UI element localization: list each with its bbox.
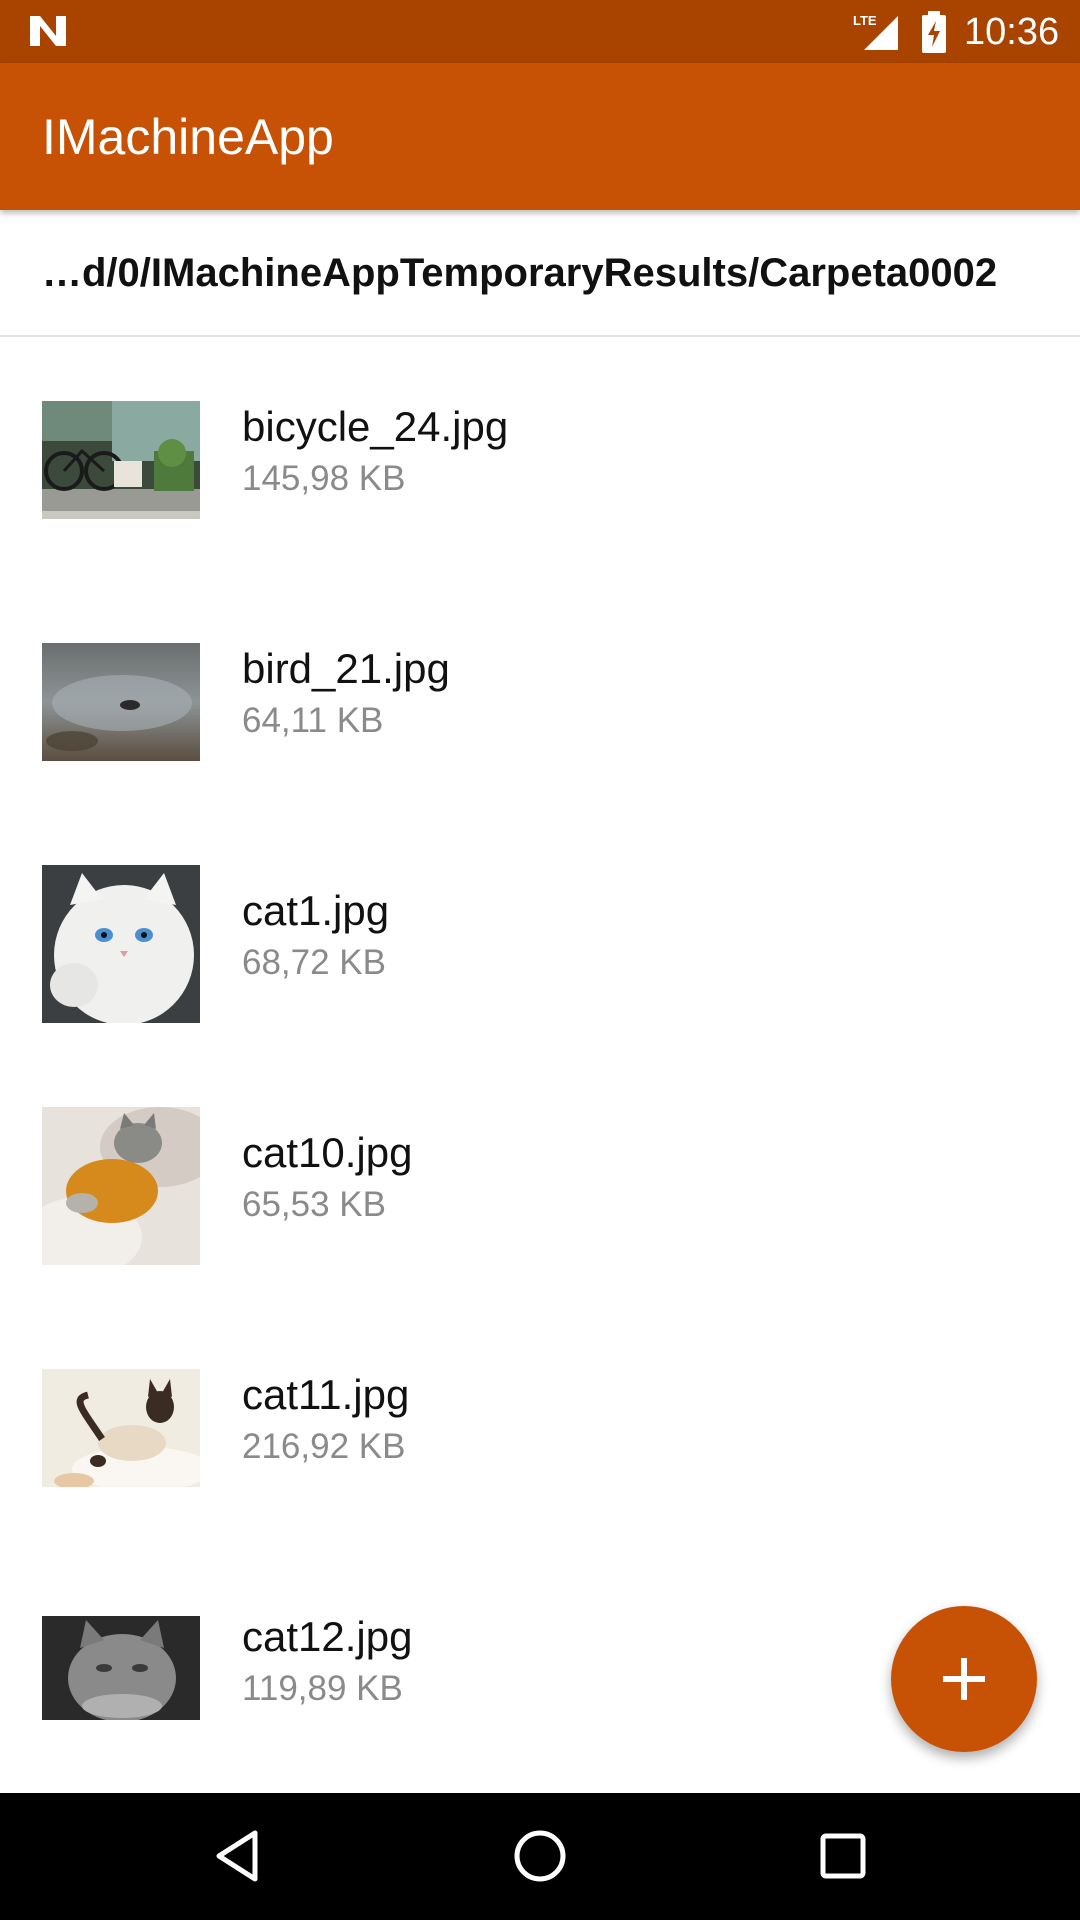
recents-square-icon[interactable] (810, 1823, 876, 1889)
file-size: 68,72 KB (242, 943, 386, 982)
file-size: 145,98 KB (242, 459, 406, 498)
back-triangle-icon[interactable] (205, 1823, 271, 1889)
file-size: 65,53 KB (242, 1185, 386, 1224)
file-size: 216,92 KB (242, 1427, 406, 1466)
system-nav-bar (0, 1793, 1080, 1920)
current-path: …d/0/IMachineAppTemporaryResults/Carpeta… (42, 251, 998, 295)
svg-text:LTE: LTE (853, 13, 877, 28)
plus-icon (943, 1658, 985, 1700)
status-clock: 10:36 (964, 11, 1060, 53)
file-name: cat11.jpg (242, 1371, 410, 1418)
file-list-item[interactable]: bicycle_24.jpg 145,98 KB (0, 337, 1080, 579)
file-size: 119,89 KB (242, 1669, 403, 1708)
file-list-item[interactable]: bird_21.jpg 64,11 KB (0, 579, 1080, 821)
file-thumbnail (42, 1107, 200, 1265)
file-list[interactable]: bicycle_24.jpg 145,98 KB bird_21.jpg 64,… (0, 337, 1080, 1793)
file-thumbnail (42, 643, 200, 761)
file-name: cat1.jpg (242, 887, 390, 934)
lte-signal-icon: LTE (853, 13, 898, 50)
file-list-item[interactable]: cat10.jpg 65,53 KB (0, 1063, 1080, 1305)
file-name: cat10.jpg (242, 1129, 413, 1176)
path-breadcrumb: …d/0/IMachineAppTemporaryResults/Carpeta… (0, 210, 1080, 337)
file-thumbnail (42, 865, 200, 1023)
file-size: 64,11 KB (242, 701, 384, 740)
battery-charging-icon (922, 11, 946, 53)
add-fab-button[interactable] (891, 1606, 1037, 1752)
app-bar: IMachineApp (0, 63, 1080, 210)
file-list-item[interactable]: cat1.jpg 68,72 KB (0, 821, 1080, 1063)
file-name: bird_21.jpg (242, 645, 450, 692)
file-thumbnail (42, 1616, 200, 1720)
file-list-item[interactable]: cat11.jpg 216,92 KB (0, 1305, 1080, 1547)
home-circle-icon[interactable] (507, 1823, 573, 1889)
app-title: IMachineApp (42, 109, 334, 165)
file-thumbnail (42, 1369, 200, 1487)
n-logo-icon (30, 16, 66, 46)
file-name: bicycle_24.jpg (242, 403, 509, 450)
file-thumbnail (42, 401, 200, 519)
status-bar: LTE 10:36 (0, 0, 1080, 63)
file-name: cat12.jpg (242, 1613, 413, 1660)
